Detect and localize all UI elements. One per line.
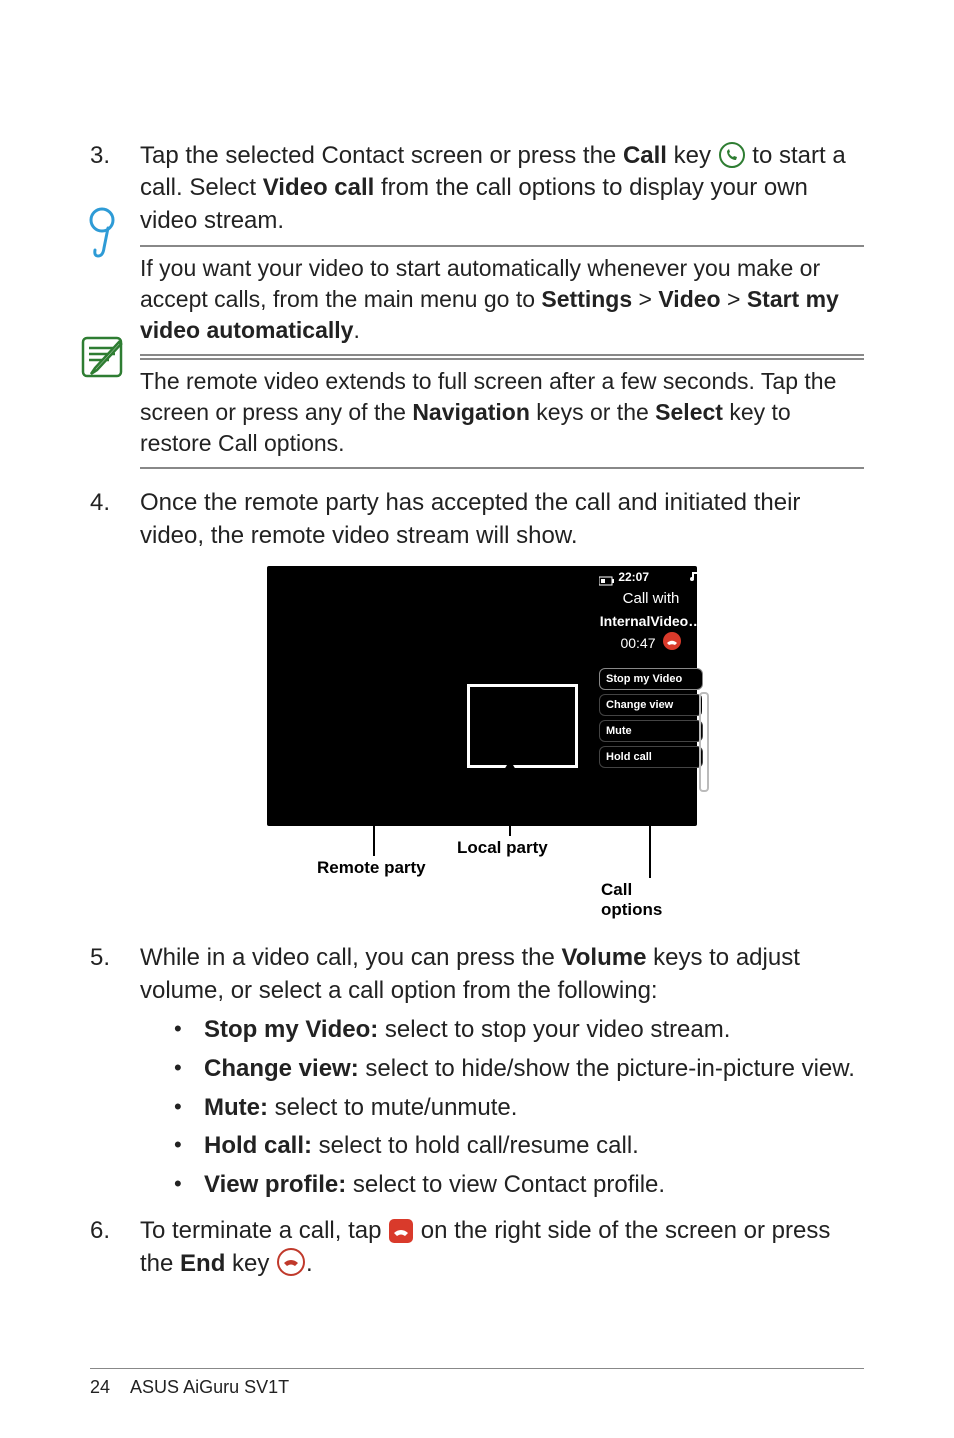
- step-3: 3. Tap the selected Contact screen or pr…: [90, 140, 864, 237]
- call-timer: 00:47: [599, 631, 703, 654]
- label-local-party: Local party: [457, 838, 548, 858]
- bold-call: Call: [623, 142, 667, 169]
- text: select to hide/show the picture-in-pictu…: [359, 1055, 855, 1082]
- text: select to mute/unmute.: [268, 1094, 517, 1121]
- text: .: [306, 1250, 313, 1277]
- bold-end: End: [180, 1250, 225, 1277]
- pip-frame: [467, 684, 578, 768]
- note-icon: [78, 334, 126, 380]
- footer-title: ASUS AiGuru SV1T: [130, 1377, 289, 1397]
- text: key: [225, 1250, 276, 1277]
- text: >: [632, 286, 658, 312]
- label-call-options: Call options: [601, 880, 697, 920]
- opt-change-view: Change view: [599, 694, 703, 716]
- bold-video: Video: [658, 286, 720, 312]
- step-4: 4. Once the remote party has accepted th…: [90, 487, 864, 552]
- call-key-icon: [718, 141, 746, 169]
- note-block: The remote video extends to full screen …: [140, 358, 864, 469]
- end-call-red-icon: [662, 631, 682, 654]
- end-call-red-icon: [388, 1218, 414, 1244]
- page-footer: 24 ASUS AiGuru SV1T: [90, 1368, 864, 1398]
- text: >: [721, 286, 747, 312]
- bold: Stop my Video:: [204, 1016, 378, 1043]
- signal-icon: [689, 570, 703, 586]
- step-6-number: 6.: [90, 1215, 140, 1247]
- text: Tap the selected Contact screen or press…: [140, 142, 623, 169]
- call-options-panel: Stop my Video Change view Mute Hold call: [599, 668, 703, 768]
- bold: View profile:: [204, 1171, 346, 1198]
- internal-video-label: InternalVideo…: [599, 613, 703, 629]
- arrow-local: [509, 770, 511, 836]
- bold-select: Select: [655, 399, 723, 425]
- status-bar: 22:07: [599, 570, 703, 586]
- phone-frame: 22:07 Call with InternalVideo… 00:47 Sto…: [267, 566, 697, 826]
- arrow-remote: [373, 666, 375, 856]
- bold-video-call: Video call: [263, 174, 375, 201]
- bold-navigation: Navigation: [412, 399, 530, 425]
- bold: Hold call:: [204, 1132, 312, 1159]
- text: keys or the: [530, 399, 655, 425]
- step-5-body: While in a video call, you can press the…: [140, 942, 864, 1207]
- step-4-number: 4.: [90, 487, 140, 519]
- call-with-label: Call with: [599, 590, 703, 607]
- step-3-body: Tap the selected Contact screen or press…: [140, 140, 864, 237]
- label-remote-party: Remote party: [317, 858, 426, 878]
- step-3-number: 3.: [90, 140, 140, 172]
- bold: Mute:: [204, 1094, 268, 1121]
- list-item: Stop my Video: select to stop your video…: [174, 1013, 864, 1048]
- bold-settings: Settings: [541, 286, 632, 312]
- list-item: Mute: select to mute/unmute.: [174, 1091, 864, 1126]
- page-number: 24: [90, 1377, 110, 1397]
- scrollbar: [699, 692, 709, 792]
- step-5: 5. While in a video call, you can press …: [90, 942, 864, 1207]
- text: .: [353, 317, 359, 343]
- opt-mute: Mute: [599, 720, 703, 742]
- step-6: 6. To terminate a call, tap on the right…: [90, 1215, 864, 1281]
- step-5-number: 5.: [90, 942, 140, 974]
- opt-stop-my-video: Stop my Video: [599, 668, 703, 690]
- timer-value: 00:47: [620, 635, 655, 651]
- text: While in a video call, you can press the: [140, 944, 562, 971]
- step-5-sublist: Stop my Video: select to stop your video…: [140, 1013, 864, 1203]
- end-key-icon: [276, 1247, 306, 1277]
- text: select to hold call/resume call.: [312, 1132, 639, 1159]
- status-battery-time: 22:07: [599, 570, 649, 586]
- text: select to stop your video stream.: [378, 1016, 730, 1043]
- bold-volume: Volume: [562, 944, 647, 971]
- bold: Change view:: [204, 1055, 359, 1082]
- step-6-body: To terminate a call, tap on the right si…: [140, 1215, 864, 1281]
- tip-icon: [78, 206, 126, 276]
- phone-side-panel: 22:07 Call with InternalVideo… 00:47 Sto…: [599, 570, 703, 768]
- arrow-callopt: [649, 798, 651, 878]
- list-item: Change view: select to hide/show the pic…: [174, 1052, 864, 1087]
- text: To terminate a call, tap: [140, 1217, 388, 1244]
- tip-block: If you want your video to start automati…: [140, 245, 864, 356]
- step-4-body: Once the remote party has accepted the c…: [140, 487, 864, 552]
- figure: 22:07 Call with InternalVideo… 00:47 Sto…: [90, 566, 864, 916]
- text: key: [667, 142, 718, 169]
- opt-hold-call: Hold call: [599, 746, 703, 768]
- list-item: Hold call: select to hold call/resume ca…: [174, 1129, 864, 1164]
- text: select to view Contact profile.: [346, 1171, 665, 1198]
- list-item: View profile: select to view Contact pro…: [174, 1168, 864, 1203]
